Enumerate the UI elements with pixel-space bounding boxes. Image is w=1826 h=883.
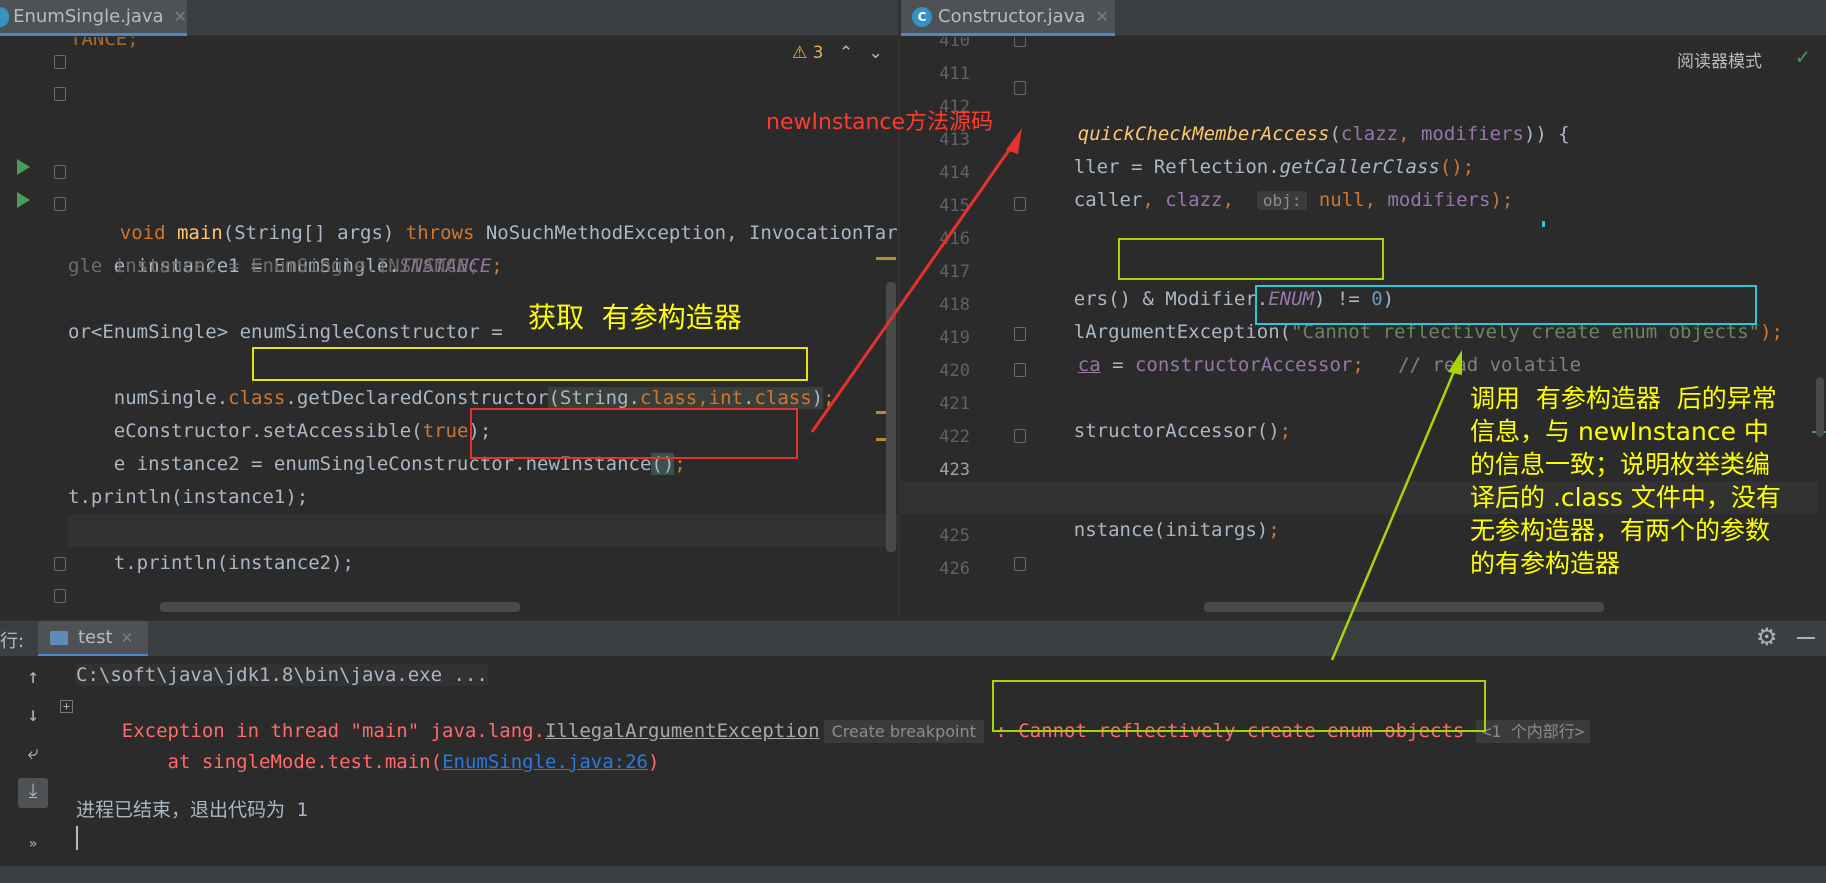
annotation-get-constructor: 获取 有参构造器 (528, 301, 742, 334)
annotation-explanation-line: 信息，与 newInstance 中 (1470, 417, 1769, 446)
green-arrow (1330, 361, 1460, 661)
annotation-explanation-line: 译后的 .class 文件中，没有 (1470, 483, 1781, 512)
red-arrowhead (1006, 128, 1022, 154)
annotation-newinstance-source: newInstance方法源码 (766, 110, 994, 135)
red-arrow (810, 139, 1018, 433)
annotation-explanation-line: 无参构造器，有两个的参数 (1470, 516, 1771, 545)
annotation-explanation-line: 调用 有参构造器 后的异常 (1470, 384, 1777, 413)
annotation-explanation: 调用 有参构造器 后的异常 信息，与 newInstance 中的信息一致；说明枚… (1470, 382, 1781, 580)
annotation-explanation-line: 的信息一致；说明枚举类编 (1470, 450, 1771, 479)
annotation-explanation-line: 的有参构造器 (1470, 549, 1621, 578)
green-arrowhead (1448, 350, 1462, 375)
